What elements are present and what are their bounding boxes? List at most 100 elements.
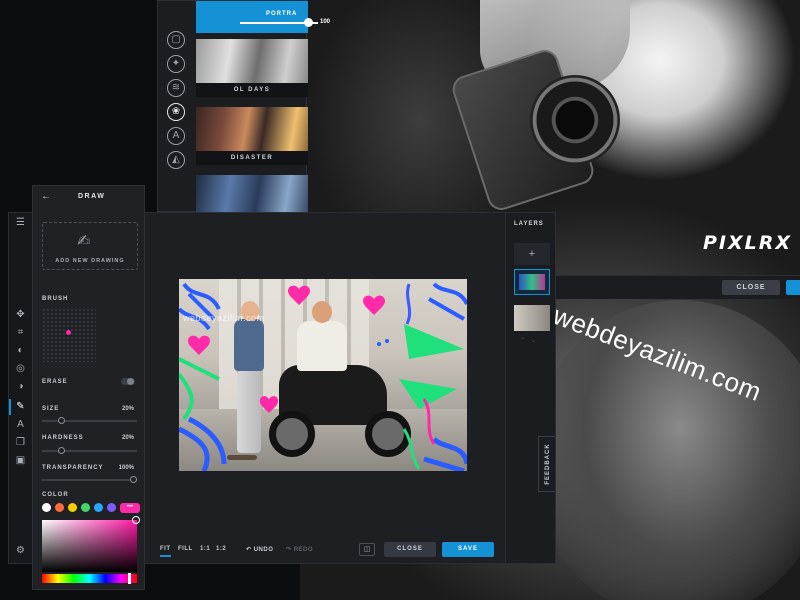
settings-icon[interactable]: ⚙	[14, 545, 27, 557]
back-arrow-icon[interactable]: ←	[41, 191, 51, 202]
zoom-1-2-button[interactable]: 1:2	[216, 546, 226, 552]
hardness-slider[interactable]	[42, 447, 137, 454]
color-swatch[interactable]	[55, 503, 64, 512]
crop-icon[interactable]: ⌗	[14, 327, 27, 339]
filter-panel: PORTRA 100 ▢ ✦ ≋ ❀ A ◭ OL DAYS DISASTER	[157, 0, 330, 213]
transparency-value: 100%	[118, 465, 134, 471]
close-button[interactable]: CLOSE	[384, 542, 436, 557]
color-swatch[interactable]	[42, 503, 51, 512]
filter-slider-knob[interactable]	[304, 18, 313, 27]
doodle-heart	[188, 335, 210, 355]
size-slider[interactable]	[42, 417, 137, 424]
size-label: SIZE	[42, 406, 60, 412]
transparency-label: TRANSPARENCY	[42, 465, 104, 471]
undo-button[interactable]: ↶ UNDO	[246, 546, 273, 553]
color-label: COLOR	[42, 492, 69, 498]
draw-title: DRAW	[78, 193, 106, 200]
size-slider-knob[interactable]	[57, 417, 65, 424]
text-icon[interactable]: A	[167, 127, 185, 145]
zoom-1-1-button[interactable]: 1:1	[200, 546, 210, 552]
text-tool-icon[interactable]: A	[14, 419, 27, 431]
doodle-green-lines	[179, 357, 220, 421]
doodle-blue-scribble	[423, 437, 467, 471]
filter-preview-image	[196, 39, 308, 83]
erase-label: ERASE	[42, 379, 68, 385]
color-swatches: •••	[42, 503, 142, 513]
active-tool-indicator	[9, 399, 11, 415]
add-drawing-label: ADD NEW DRAWING	[55, 258, 125, 264]
add-new-drawing-button[interactable]: ✍ ADD NEW DRAWING	[42, 222, 138, 270]
scribble-icon: ✍	[77, 233, 91, 250]
filter-thumbnail[interactable]	[196, 175, 308, 213]
filter-strength-slider[interactable]: PORTRA 100	[196, 1, 330, 33]
move-icon[interactable]: ✥	[14, 309, 27, 321]
redo-button[interactable]: ↷ REDO	[286, 546, 313, 553]
view-controls-bar: FIT FILL 1:1 1:2 ↶ UNDO ↷ REDO ◫ CLOSE S…	[149, 535, 505, 563]
doodle-blue-scribble	[428, 282, 467, 321]
filter-icon[interactable]: ◎	[14, 363, 27, 375]
filter-slider-value: 100	[320, 19, 331, 25]
color-swatch[interactable]	[107, 503, 116, 512]
canvas-area: webdeyazilim.com	[149, 213, 505, 563]
doodle-heart	[288, 285, 310, 305]
doodle-green-triangle	[404, 324, 464, 359]
color-swatch[interactable]	[81, 503, 90, 512]
adjust-icon[interactable]: ◐	[14, 345, 27, 357]
layer-thumbnail-photo[interactable]	[514, 305, 550, 331]
selected-color-swatch[interactable]: •••	[120, 503, 140, 513]
color-picker-knob[interactable]	[132, 516, 140, 524]
filter-slider-label: PORTRA	[266, 11, 298, 17]
transparency-slider-knob[interactable]	[130, 476, 137, 483]
canvas-image[interactable]: webdeyazilim.com	[179, 279, 467, 471]
hardness-label: HARDNESS	[42, 435, 84, 441]
image-icon[interactable]: ▣	[14, 455, 27, 467]
pixlr-logo: PIXLRX	[703, 232, 793, 254]
background-save-button[interactable]	[786, 280, 800, 295]
layers-stack-icon[interactable]: ≋	[167, 79, 185, 97]
transparency-slider[interactable]	[42, 476, 137, 483]
erase-toggle[interactable]	[121, 378, 135, 385]
filter-name: OL DAYS	[196, 83, 308, 97]
sparkle-icon[interactable]: ✦	[167, 55, 185, 73]
left-toolbar: ☰ ✥ ⌗ ◐ ◎ ◑ ✎ A ❐ ▣ ⚙	[9, 213, 33, 563]
brush-dot	[66, 330, 71, 335]
photo-lens	[530, 75, 620, 165]
layer-reorder-arrows[interactable]: ⌃⌄	[520, 337, 542, 344]
sticker-icon[interactable]: ❐	[14, 437, 27, 449]
background-close-button[interactable]: CLOSE	[722, 280, 780, 295]
frame-icon[interactable]: ▢	[167, 31, 185, 49]
doodle-green-squiggle	[402, 428, 421, 470]
fit-button[interactable]: FIT	[160, 546, 171, 552]
compare-icon[interactable]: ◫	[359, 543, 375, 556]
layers-panel: LAYERS + ⌃⌄	[505, 213, 555, 563]
draw-panel: ← DRAW ✍ ADD NEW DRAWING BRUSH ERASE SIZ…	[32, 185, 145, 590]
hardness-slider-knob[interactable]	[57, 447, 65, 454]
layer-thumbnail-drawing[interactable]	[514, 269, 550, 295]
filter-category-icons: ▢ ✦ ≋ ❀ A ◭	[158, 31, 194, 175]
filter-name: DISASTER	[196, 151, 308, 165]
landscape-icon[interactable]: ◭	[167, 151, 185, 169]
doodle-heart	[363, 295, 385, 315]
add-layer-button[interactable]: +	[514, 243, 550, 265]
brush-preview[interactable]	[42, 308, 96, 362]
size-value: 20%	[121, 406, 134, 412]
menu-icon[interactable]: ☰	[14, 217, 27, 229]
feedback-label: FEEDBACK	[545, 443, 551, 485]
color-picker-gradient[interactable]	[42, 516, 140, 572]
contrast-icon[interactable]: ◑	[14, 381, 27, 393]
color-swatch[interactable]	[94, 503, 103, 512]
hue-slider-knob[interactable]	[128, 573, 131, 584]
filter-thumbnail[interactable]: DISASTER	[196, 107, 308, 165]
fill-button[interactable]: FILL	[178, 546, 193, 552]
filter-preview-image	[196, 107, 308, 151]
doodle-blue-squiggle	[405, 283, 412, 325]
doodle-blue-scribble	[179, 416, 227, 471]
color-swatch[interactable]	[68, 503, 77, 512]
hue-slider[interactable]	[42, 573, 137, 584]
filter-effects-icon[interactable]: ❀	[167, 103, 185, 121]
filter-thumbnail[interactable]: OL DAYS	[196, 39, 308, 97]
fit-active-indicator	[160, 555, 171, 557]
save-button[interactable]: SAVE	[442, 542, 494, 557]
feedback-tab[interactable]: FEEDBACK	[538, 436, 555, 492]
brush-icon[interactable]: ✎	[14, 401, 27, 413]
